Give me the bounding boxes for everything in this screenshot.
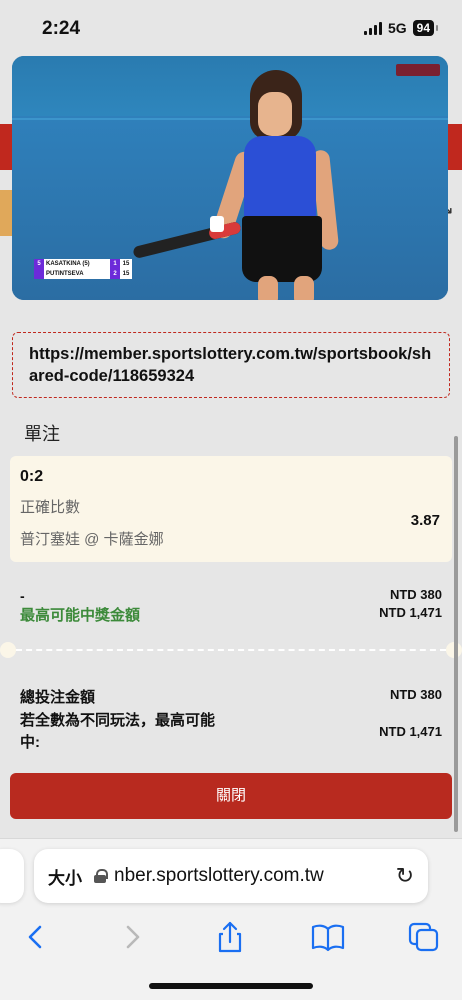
background-side-tab: [0, 190, 12, 236]
bet-selection: 普汀塞娃 @ 卡薩金娜: [20, 531, 164, 548]
scoreboard-row: PUTINTSEVA 2 15: [34, 269, 138, 279]
network-label: 5G: [387, 20, 407, 36]
browser-toolbar: [0, 915, 462, 959]
scoreboard-row: 5 KASATKINA (5) 1 15: [34, 259, 138, 269]
divider-notch: [0, 642, 16, 658]
bet-card: 0:2 正確比數 普汀塞娃 @ 卡薩金娜 3.87: [10, 456, 452, 562]
scoreboard: 5 KASATKINA (5) 1 15 PUTINTSEVA 2 15: [34, 259, 138, 279]
broadcast-logo: [396, 64, 440, 76]
status-indicators: 5G 94: [363, 20, 439, 36]
ticket-divider: [0, 640, 462, 660]
share-url-box[interactable]: https://member.sportslottery.com.tw/spor…: [12, 332, 450, 398]
total-stake-amount: NTD 380: [389, 687, 442, 702]
possible-win-amount: NTD 1,471: [379, 724, 442, 739]
stake-label: -: [20, 588, 25, 604]
player-seed: 5: [34, 259, 44, 269]
possible-win-label: 若全數為不同玩法，最高可能中:: [20, 712, 216, 751]
lock-icon: [94, 869, 108, 883]
total-stake-label: 總投注金額: [20, 689, 96, 706]
forward-icon[interactable]: [114, 921, 150, 953]
share-icon[interactable]: [212, 921, 248, 953]
status-bar: 2:24 5G 94: [0, 0, 462, 54]
back-icon[interactable]: [18, 921, 54, 953]
player-face: [258, 92, 292, 136]
dashed-line: [16, 649, 446, 651]
reload-icon[interactable]: ↻: [396, 863, 414, 889]
set-score: 1: [110, 259, 120, 269]
tabs-icon[interactable]: [406, 921, 442, 953]
player-shirt: [244, 136, 316, 224]
text-size-button[interactable]: 大小: [48, 864, 82, 889]
live-video-player[interactable]: 5 KASATKINA (5) 1 15 PUTINTSEVA 2 15: [12, 56, 448, 300]
player-seed: [34, 269, 44, 279]
bet-odds: 3.87: [410, 512, 440, 529]
browser-chrome: 大小 nber.sportslottery.com.tw ↻: [0, 838, 462, 1000]
battery-icon: 94: [412, 20, 439, 36]
player-skirt: [242, 216, 322, 282]
previous-tab-preview[interactable]: [0, 849, 24, 903]
address-bar[interactable]: 大小 nber.sportslottery.com.tw ↻: [34, 849, 428, 903]
close-button[interactable]: 關閉: [10, 773, 452, 819]
player-leg: [258, 276, 278, 300]
bet-score: 0:2: [20, 468, 44, 485]
wristband: [210, 216, 224, 232]
max-payout-amount: NTD 1,471: [379, 605, 442, 620]
set-score: 2: [110, 269, 120, 279]
player-name: PUTINTSEVA: [44, 269, 110, 279]
game-score: 15: [120, 269, 132, 279]
signal-icon: [363, 21, 382, 35]
tennis-player: [210, 70, 342, 300]
bet-market: 正確比數: [20, 499, 81, 516]
section-title: 單注: [24, 424, 60, 444]
game-score: 15: [120, 259, 132, 269]
stake-amount: NTD 380: [389, 587, 442, 602]
status-time: 2:24: [42, 18, 81, 39]
scrollbar[interactable]: [454, 436, 458, 832]
max-payout-label: 最高可能中獎金額: [20, 607, 141, 624]
home-indicator: [149, 983, 313, 989]
address-text[interactable]: nber.sportslottery.com.tw: [114, 865, 390, 887]
player-leg: [294, 276, 314, 300]
bookmarks-icon[interactable]: [310, 921, 346, 953]
player-name: KASATKINA (5): [44, 259, 110, 269]
